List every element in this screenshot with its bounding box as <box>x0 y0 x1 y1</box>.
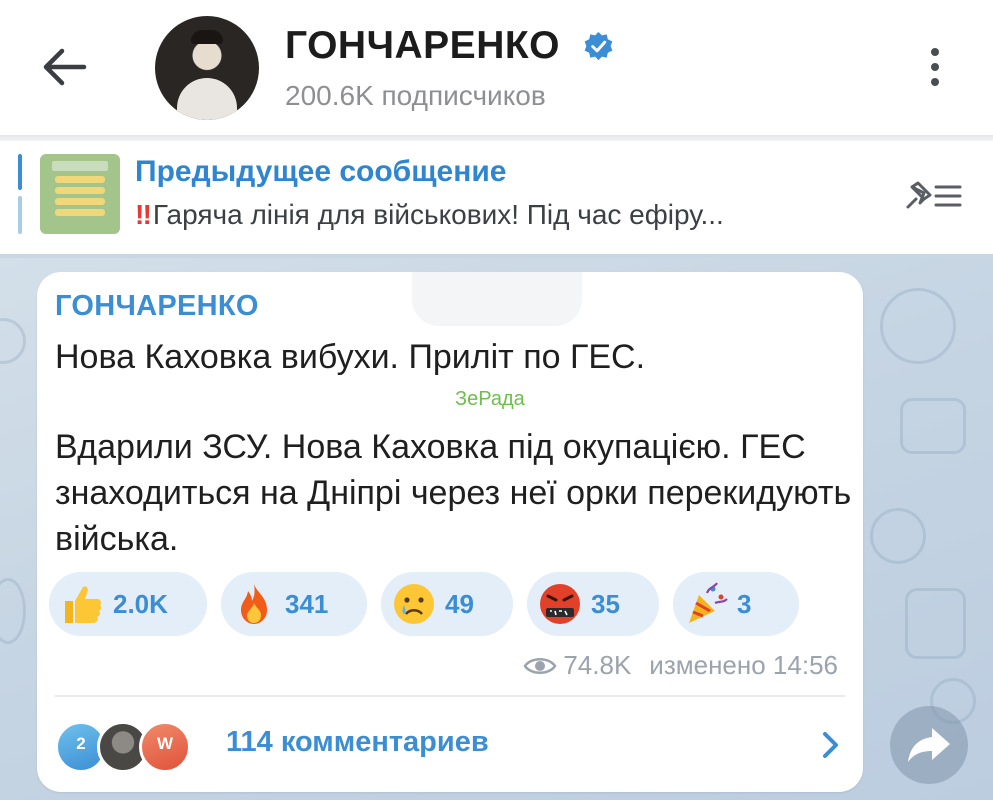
pinned-position-indicator <box>18 154 23 234</box>
share-arrow-icon <box>908 728 950 762</box>
pinned-message-bar[interactable]: Предыдущее сообщение ‼ Гаряча лінія для в… <box>0 141 993 254</box>
pinned-preview: ‼ Гаряча лінія для військових! Під час еф… <box>135 199 724 231</box>
bubble-highlight <box>412 272 582 326</box>
swearing-face-icon <box>540 584 580 624</box>
pinned-thumbnail <box>40 154 120 234</box>
commenter-initial: W <box>156 734 174 753</box>
reaction-party-popper[interactable]: 3 <box>673 572 799 636</box>
message-body: Вдарили ЗСУ. Нова Каховка під окупацією.… <box>55 428 852 558</box>
channel-title[interactable]: ГОНЧАРЕНКО <box>285 24 560 68</box>
chevron-right-icon <box>823 732 838 758</box>
subscriber-count: 200.6K подписчиков <box>285 80 546 111</box>
message-bubble[interactable]: ГОНЧАРЕНКО Нова Каховка вибухи. Приліт п… <box>37 272 863 792</box>
comments-divider <box>55 695 845 697</box>
thumbnail-row <box>55 209 105 216</box>
reaction-count: 49 <box>445 588 474 619</box>
view-count: 74.8K <box>563 650 632 680</box>
watermark-text: ЗеРада <box>455 388 525 410</box>
reaction-thumbs-up[interactable]: 2.0K <box>49 572 207 636</box>
message-headline: Нова Каховка вибухи. Приліт по ГЕС. <box>55 338 646 376</box>
reaction-count: 341 <box>285 588 329 619</box>
reaction-count: 3 <box>737 588 752 619</box>
crying-face-icon <box>394 584 434 624</box>
indicator-active <box>18 154 22 190</box>
menu-dot <box>931 63 939 71</box>
thumbs-up-icon <box>65 586 102 623</box>
channel-header: ГОНЧАРЕНКО 200.6K подписчиков <box>0 0 993 135</box>
edited-timestamp: изменено 14:56 <box>649 650 838 680</box>
verified-badge-icon <box>584 31 613 61</box>
channel-avatar[interactable] <box>155 16 259 120</box>
indicator-inactive <box>18 196 22 234</box>
avatar-hair <box>191 30 223 44</box>
thumbnail-row <box>55 176 105 183</box>
pinned-list-button[interactable] <box>902 179 964 213</box>
comments-button[interactable]: 2 W 114 комментариев <box>55 708 845 778</box>
pinned-preview-text: Гаряча лінія для військових! Під час ефі… <box>152 199 724 230</box>
menu-dot <box>931 78 939 86</box>
double-exclamation-icon: ‼ <box>135 199 152 230</box>
more-menu-button[interactable] <box>920 44 950 92</box>
message-meta: 74.8K изменено 14:56 <box>523 650 838 681</box>
reaction-count: 2.0K <box>113 588 168 619</box>
party-popper-icon <box>689 582 728 623</box>
share-button[interactable] <box>890 706 968 784</box>
reaction-crying-face[interactable]: 49 <box>381 572 513 636</box>
views-eye-icon <box>523 657 557 674</box>
pinned-title: Предыдущее сообщение <box>135 155 507 188</box>
back-arrow-icon <box>43 48 87 86</box>
commenter-avatar: W <box>139 721 191 773</box>
avatar-body <box>177 78 237 120</box>
comments-count-label: 114 комментариев <box>226 726 489 758</box>
menu-dot <box>931 48 939 56</box>
reaction-swearing-face[interactable]: 35 <box>527 572 659 636</box>
reaction-fire[interactable]: 341 <box>221 572 367 636</box>
pin-list-icon <box>906 181 962 209</box>
reaction-count: 35 <box>591 588 620 619</box>
thumbnail-header <box>52 161 108 171</box>
thumbnail-row <box>55 198 105 205</box>
back-button[interactable] <box>40 45 90 89</box>
fire-icon <box>241 584 267 624</box>
thumbnail-row <box>55 187 105 194</box>
message-author[interactable]: ГОНЧАРЕНКО <box>55 290 259 323</box>
